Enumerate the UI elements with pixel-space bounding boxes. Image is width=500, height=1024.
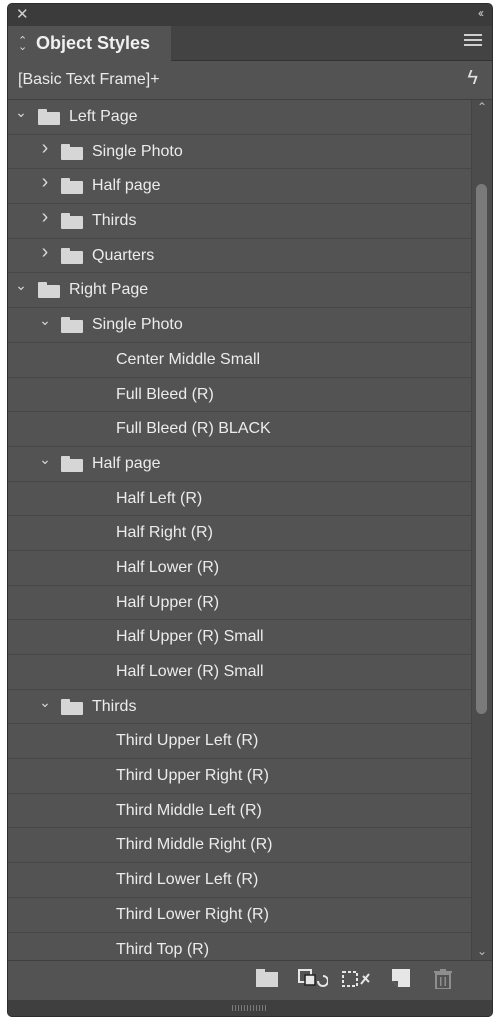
vertical-scrollbar[interactable]: ⌃ ⌄: [472, 100, 492, 960]
object-styles-panel: ✕ ‹‹ ⌃ ⌄ Object Styles [Basic Text Frame]…: [8, 4, 492, 1016]
tree-style-row[interactable]: Third Middle Left (R): [8, 794, 471, 829]
panel-menu-icon[interactable]: [464, 34, 482, 49]
tree-item-label: Half page: [92, 454, 161, 472]
tree-item-label: Left Page: [69, 108, 138, 125]
collapse-panel-icon[interactable]: ‹‹: [478, 6, 484, 20]
panel-bottom-toolbar: [8, 960, 492, 1001]
clear-overrides-icon[interactable]: [298, 969, 329, 994]
tree-item-label: Full Bleed (R): [116, 385, 214, 403]
tree-style-row[interactable]: Third Middle Right (R): [8, 828, 471, 864]
folder-icon: [61, 317, 83, 334]
clear-attributes-icon[interactable]: [342, 969, 372, 994]
tree-folder-row[interactable]: ⌄ Left Page: [8, 100, 471, 135]
tree-item-label: Thirds: [92, 212, 137, 230]
tree-item-label: Third Top (R): [116, 940, 210, 958]
tree-style-row[interactable]: Full Bleed (R) BLACK: [8, 412, 471, 447]
chevron-down-icon[interactable]: ⌄: [38, 695, 52, 709]
tree-item-label: Third Lower Left (R): [116, 871, 259, 889]
tree-folder-row[interactable]: › Thirds: [8, 204, 471, 239]
tree-item-label: Half Lower (R): [116, 558, 220, 576]
folder-icon: [38, 109, 60, 125]
tree-item-label: Half Left (R): [116, 489, 203, 507]
tree-style-row[interactable]: Half Lower (R): [8, 551, 471, 586]
tree-folder-row[interactable]: › Half page: [8, 169, 471, 205]
tree-item-label: Third Upper Left (R): [116, 732, 259, 750]
tree-style-row[interactable]: Half Left (R): [8, 482, 471, 517]
tree-item-label: Third Upper Right (R): [116, 767, 269, 785]
tree-style-row[interactable]: Full Bleed (R): [8, 378, 471, 413]
folder-icon: [61, 698, 83, 715]
tab-label: Object Styles: [36, 33, 151, 53]
tree-style-row[interactable]: Third Upper Right (R): [8, 759, 471, 794]
tree-item-label: Thirds: [92, 697, 137, 715]
chevron-down-icon[interactable]: ⌄: [38, 452, 52, 466]
tree-style-row[interactable]: Third Lower Left (R): [8, 863, 471, 898]
tree-folder-row[interactable]: ⌄ Thirds: [8, 690, 471, 725]
close-icon[interactable]: ✕: [16, 7, 29, 22]
panel-resize-grip[interactable]: [8, 1000, 492, 1016]
chevron-right-icon[interactable]: ›: [38, 138, 52, 158]
chevron-right-icon[interactable]: ›: [38, 172, 52, 192]
new-style-icon[interactable]: [392, 969, 410, 992]
tree-item-label: Half Upper (R) Small: [116, 628, 264, 646]
tree-item-label: Half Upper (R): [116, 593, 220, 611]
tree-item-label: Third Lower Right (R): [116, 905, 269, 923]
tree-style-row[interactable]: Half Lower (R) Small: [8, 655, 471, 690]
tab-row: ⌃ ⌄ Object Styles: [8, 26, 492, 61]
quick-apply-icon[interactable]: ϟ: [467, 67, 478, 90]
tree-folder-row[interactable]: ⌄ Half page: [8, 447, 471, 482]
tree-item-label: Half page: [92, 177, 161, 195]
tree-item-label: Quarters: [92, 246, 155, 264]
tree-folder-row[interactable]: ⌄ Single Photo: [8, 308, 471, 343]
tree-style-row[interactable]: Half Upper (R): [8, 586, 471, 621]
styles-tree-list: ⌄ Left Page › Single Photo › Half page › Thirds…: [8, 100, 472, 960]
tree-folder-row[interactable]: › Single Photo: [8, 135, 471, 170]
expand-collapse-icon[interactable]: ⌃ ⌄: [18, 35, 34, 52]
chevron-down-icon[interactable]: ⌄: [14, 105, 28, 119]
tree-item-label: Right Page: [69, 281, 149, 299]
tree-style-row[interactable]: Third Top (R): [8, 933, 471, 961]
tree-item-label: Full Bleed (R) BLACK: [116, 420, 271, 438]
chevron-down-icon[interactable]: ⌄: [38, 313, 52, 327]
folder-icon: [61, 455, 83, 472]
folder-icon: [61, 143, 83, 160]
tree-folder-row[interactable]: › Quarters: [8, 239, 471, 274]
delete-icon[interactable]: [434, 969, 452, 994]
tree-style-row[interactable]: Third Lower Right (R): [8, 898, 471, 933]
tree-style-row[interactable]: Half Right (R): [8, 516, 471, 551]
new-group-icon[interactable]: [256, 969, 278, 992]
tree-style-row[interactable]: Third Upper Left (R): [8, 724, 471, 760]
folder-icon: [61, 247, 83, 264]
tab-object-styles[interactable]: ⌃ ⌄ Object Styles: [8, 26, 171, 61]
grip-handle[interactable]: [232, 1005, 268, 1011]
tree-item-label: Center Middle Small: [116, 350, 261, 368]
folder-icon: [61, 178, 83, 195]
folder-icon: [38, 282, 60, 299]
current-style-bar: [Basic Text Frame]+ ϟ: [8, 61, 492, 100]
folder-icon: [61, 213, 83, 230]
tree-folder-row[interactable]: ⌄ Right Page: [8, 273, 471, 309]
tree-item-label: Single Photo: [92, 142, 183, 160]
scroll-down-icon[interactable]: ⌄: [477, 944, 487, 958]
scroll-thumb[interactable]: [476, 184, 487, 714]
tree-item-label: Half Lower (R) Small: [116, 663, 264, 680]
chevron-right-icon[interactable]: ›: [38, 242, 52, 262]
tree-item-label: Single Photo: [92, 316, 183, 334]
tree-style-row[interactable]: Half Upper (R) Small: [8, 620, 471, 655]
chevron-down-icon[interactable]: ⌄: [14, 278, 28, 292]
tree-style-row[interactable]: Center Middle Small: [8, 343, 471, 378]
tree-item-label: Third Middle Right (R): [116, 836, 273, 854]
current-style-label: [Basic Text Frame]+: [18, 71, 160, 88]
tree-item-label: Half Right (R): [116, 524, 213, 542]
tree-item-label: Third Middle Left (R): [116, 801, 262, 819]
chevron-right-icon[interactable]: ›: [38, 207, 52, 227]
panel-titlebar: ✕ ‹‹: [8, 4, 492, 26]
scroll-up-icon[interactable]: ⌃: [477, 100, 487, 114]
